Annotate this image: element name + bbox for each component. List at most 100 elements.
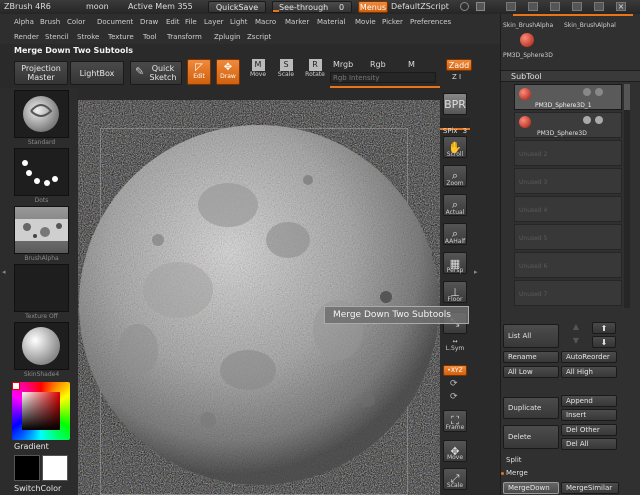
rgb-toggle[interactable]: Rgb — [370, 60, 386, 69]
projection-master-button[interactable]: Projection Master — [14, 61, 68, 85]
color-square[interactable] — [22, 392, 60, 430]
menu-draw[interactable]: Draw — [140, 18, 158, 26]
main-color-swatch[interactable] — [42, 455, 68, 481]
lightbox-button[interactable]: LightBox — [70, 61, 124, 85]
append-button[interactable]: Append — [561, 395, 617, 407]
move-up-button[interactable]: ⬆ — [592, 322, 616, 334]
minimize-icon[interactable] — [572, 2, 582, 11]
window-icon-2[interactable] — [528, 2, 538, 11]
quick-sketch-button[interactable]: ✎ Quick Sketch — [130, 61, 182, 85]
list-all-button[interactable]: List All — [503, 324, 559, 348]
menu-file[interactable]: File — [185, 18, 197, 26]
texture-thumbnail[interactable] — [14, 264, 69, 312]
menu-marker[interactable]: Marker — [285, 18, 309, 26]
unused-slot[interactable]: Unused 6 — [514, 252, 622, 278]
mergedown-button[interactable]: MergeDown — [503, 482, 559, 494]
tray-arrow-icon[interactable]: ◂ — [2, 268, 7, 280]
menus-button[interactable]: Menus — [358, 1, 388, 13]
layout-icon[interactable] — [476, 2, 485, 11]
autoreorder-button[interactable]: AutoReorder — [561, 351, 617, 363]
scale-mode-button[interactable]: S Scale — [274, 59, 298, 85]
del-all-button[interactable]: Del All — [561, 438, 617, 450]
menu-transform[interactable]: Transform — [167, 33, 202, 41]
menu-edit[interactable]: Edit — [166, 18, 180, 26]
subtool-1-polypaint-icon[interactable] — [595, 88, 603, 96]
document-canvas[interactable] — [78, 100, 440, 495]
duplicate-button[interactable]: Duplicate — [503, 397, 559, 419]
bpr-button[interactable]: BPR — [443, 93, 467, 115]
close-icon[interactable]: × — [616, 2, 626, 11]
mrgb-toggle[interactable]: Mrgb — [333, 60, 353, 69]
menu-alpha[interactable]: Alpha — [14, 18, 34, 26]
help-icon[interactable] — [460, 2, 469, 11]
delete-button[interactable]: Delete — [503, 425, 559, 449]
subtool-item[interactable]: PM3D_Sphere3D — [514, 112, 622, 138]
draw-mode-button[interactable]: ✥ Draw — [216, 59, 240, 85]
subtool-scrollbar-thumb[interactable] — [624, 84, 630, 110]
subtool-scrollbar[interactable] — [624, 84, 630, 308]
color-picker[interactable] — [12, 382, 70, 440]
split-label[interactable]: Split — [506, 456, 522, 464]
menu-material[interactable]: Material — [317, 18, 345, 26]
menu-stroke[interactable]: Stroke — [77, 33, 99, 41]
menu-document[interactable]: Document — [97, 18, 133, 26]
sphere-tool-icon[interactable] — [520, 33, 534, 47]
rotate-y-icon[interactable]: ⟳ — [450, 379, 458, 389]
insert-button[interactable]: Insert — [561, 409, 617, 421]
subtool-2-eye-icon[interactable] — [583, 116, 591, 124]
xyz-button[interactable]: •XYZ — [443, 365, 467, 376]
moon-sphere-icon[interactable] — [78, 100, 440, 495]
all-high-button[interactable]: All High — [561, 366, 617, 378]
move-down-button[interactable]: ⬇ — [592, 336, 616, 348]
menu-layer[interactable]: Layer — [204, 18, 224, 26]
m-toggle[interactable]: M — [408, 60, 415, 69]
rotate-z-icon[interactable]: ⟳ — [450, 392, 458, 402]
unused-slot[interactable]: Unused 5 — [514, 224, 622, 250]
rgb-intensity-slider[interactable]: Rgb Intensity — [330, 72, 436, 83]
menu-zscript[interactable]: Zscript — [247, 33, 271, 41]
menu-stencil[interactable]: Stencil — [45, 33, 69, 41]
menu-render[interactable]: Render — [14, 33, 39, 41]
menu-tool[interactable]: Tool — [143, 33, 157, 41]
tool-thumb-3-label[interactable]: PM3D_Sphere3D — [503, 52, 553, 59]
menu-light[interactable]: Light — [230, 18, 247, 26]
spix-slider[interactable]: SPix 3 — [440, 118, 470, 135]
alpha-thumbnail[interactable] — [14, 206, 69, 254]
gradient-label[interactable]: Gradient — [14, 442, 49, 451]
menu-color[interactable]: Color — [67, 18, 85, 26]
tool-thumb-2-label[interactable]: Skin_BrushAlphal — [564, 22, 616, 29]
stroke-thumbnail[interactable] — [14, 148, 69, 196]
subtool-2-polypaint-icon[interactable] — [595, 116, 603, 124]
del-other-button[interactable]: Del Other — [561, 424, 617, 436]
see-through-slider[interactable]: See-through 0 — [272, 1, 352, 13]
rename-button[interactable]: Rename — [503, 351, 559, 363]
lsym-label[interactable]: L.Sym — [440, 345, 470, 352]
unused-slot[interactable]: Unused 7 — [514, 280, 622, 306]
rotate-mode-button[interactable]: R Rotate — [302, 59, 328, 85]
restore-icon[interactable] — [594, 2, 604, 11]
brush-thumbnail[interactable] — [14, 90, 69, 138]
merge-label[interactable]: Merge — [506, 469, 528, 477]
unused-slot[interactable]: Unused 2 — [514, 140, 622, 166]
menu-preferences[interactable]: Preferences — [410, 18, 451, 26]
quicksave-button[interactable]: QuickSave — [208, 1, 266, 13]
zadd-button[interactable]: Zadd — [446, 59, 472, 71]
menu-zplugin[interactable]: Zplugin — [214, 33, 240, 41]
move-mode-button[interactable]: M Move — [246, 59, 270, 85]
unused-slot[interactable]: Unused 3 — [514, 168, 622, 194]
menu-picker[interactable]: Picker — [382, 18, 403, 26]
subtool-item-active[interactable]: PM3D_Sphere3D_1 — [514, 84, 622, 110]
switchcolor-label[interactable]: SwitchColor — [14, 484, 61, 493]
window-icon-1[interactable] — [506, 2, 516, 11]
subtool-header[interactable]: SubTool — [501, 70, 640, 82]
material-thumbnail[interactable] — [14, 322, 69, 370]
default-zscript[interactable]: DefaultZScript — [391, 2, 449, 11]
all-low-button[interactable]: All Low — [503, 366, 559, 378]
menu-brush[interactable]: Brush — [40, 18, 60, 26]
menu-movie[interactable]: Movie — [355, 18, 376, 26]
menu-macro[interactable]: Macro — [255, 18, 276, 26]
mergesimilar-button[interactable]: MergeSimilar — [561, 482, 619, 494]
window-icon-3[interactable] — [550, 2, 560, 11]
z-intensity-label[interactable]: Z I — [452, 73, 461, 81]
menu-texture[interactable]: Texture — [108, 33, 134, 41]
